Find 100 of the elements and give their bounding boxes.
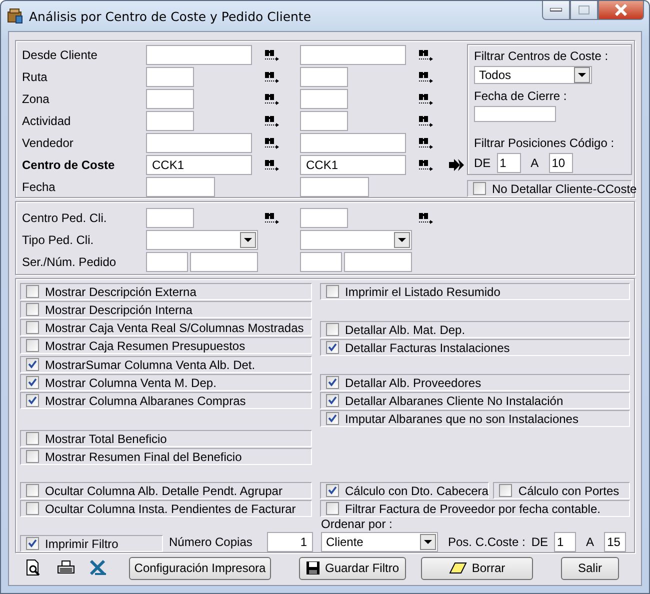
checkbox[interactable] (326, 285, 339, 298)
checkbox[interactable] (26, 432, 39, 445)
number-field[interactable] (344, 252, 412, 272)
checkbox[interactable] (26, 285, 39, 298)
input-field[interactable] (146, 89, 194, 109)
input-field[interactable] (146, 45, 252, 65)
input-field[interactable]: 1 (554, 532, 576, 552)
number-field[interactable] (190, 252, 258, 272)
copies-field[interactable]: 1 (267, 532, 313, 552)
checkbox-row[interactable]: Mostrar Columna Venta M. Dep. (20, 374, 312, 391)
checkbox-row[interactable]: Cálculo con Portes (493, 482, 630, 499)
checkbox-row[interactable]: Mostrar Descripción Interna (20, 301, 312, 318)
minimize-icon (550, 8, 562, 12)
checkbox[interactable] (473, 182, 486, 195)
checkbox[interactable] (26, 537, 39, 550)
input-field[interactable] (146, 177, 215, 197)
checkbox[interactable] (499, 484, 512, 497)
input-field[interactable] (300, 111, 348, 131)
checkbox[interactable] (26, 502, 39, 515)
checkbox-row[interactable]: Mostrar Caja Venta Real S/Columnas Mostradas (20, 319, 312, 336)
checkbox-row[interactable]: Imprimir el Listado Resumido (320, 283, 630, 300)
checkbox[interactable] (326, 323, 339, 336)
checkbox-row[interactable]: Mostrar Columna Albaranes Compras (20, 392, 312, 409)
input-field[interactable] (300, 208, 348, 228)
maximize-button[interactable] (570, 1, 598, 20)
checkbox[interactable] (326, 341, 339, 354)
checkbox-row[interactable]: Imprimir Filtro (20, 535, 163, 552)
binoculars-icon[interactable] (264, 48, 280, 62)
date-field[interactable] (474, 106, 556, 122)
spreadsheet-icon[interactable] (89, 559, 107, 577)
centros-dropdown[interactable]: Todos (474, 66, 592, 84)
binoculars-icon[interactable] (418, 136, 434, 150)
input-field[interactable]: 1 (496, 153, 521, 173)
checkbox[interactable] (26, 376, 39, 389)
binoculars-icon[interactable] (418, 211, 434, 225)
action-button[interactable]: Borrar (421, 556, 533, 580)
field-label: Vendedor (22, 136, 74, 150)
floppy-icon (306, 561, 320, 575)
field-label: Ruta (22, 70, 48, 84)
checkbox-row[interactable]: Ocultar Columna Alb. Detalle Pendt. Agrupar (20, 482, 312, 499)
order-dropdown[interactable]: Cliente (321, 532, 438, 552)
checkbox[interactable] (26, 339, 39, 352)
binoculars-icon[interactable] (418, 92, 434, 106)
series-field[interactable] (300, 252, 342, 272)
checkbox[interactable] (326, 502, 339, 515)
checkbox-row[interactable]: Detallar Alb. Mat. Dep. (320, 321, 630, 338)
checkbox[interactable] (26, 394, 39, 407)
checkbox-row[interactable]: Detallar Albaranes Cliente No Instalación (320, 392, 630, 409)
checkbox-row[interactable]: Detallar Facturas Instalaciones (320, 339, 630, 356)
input-field[interactable] (146, 111, 194, 131)
field-label: Centro de Coste (22, 158, 116, 172)
type-dropdown[interactable] (300, 230, 412, 250)
checkbox[interactable] (26, 358, 39, 371)
input-field[interactable] (146, 208, 194, 228)
checkbox-row[interactable]: Imputar Albaranes que no son Instalaciones (320, 410, 630, 427)
input-field[interactable]: CCK1 (300, 155, 406, 175)
input-field[interactable] (300, 45, 406, 65)
checkbox[interactable] (26, 303, 39, 316)
checkbox-row[interactable]: MostrarSumar Columna Venta Alb. Det. (20, 356, 312, 373)
type-dropdown[interactable] (146, 230, 258, 250)
checkbox[interactable] (326, 376, 339, 389)
input-field[interactable] (300, 177, 369, 197)
binoculars-icon[interactable] (264, 158, 280, 172)
binoculars-icon[interactable] (418, 48, 434, 62)
input-field[interactable] (146, 67, 194, 87)
input-field[interactable]: 10 (548, 153, 573, 173)
input-field[interactable] (300, 67, 348, 87)
binoculars-icon[interactable] (418, 70, 434, 84)
action-button[interactable]: Configuración Impresora (129, 556, 271, 580)
binoculars-icon[interactable] (264, 211, 280, 225)
checkbox[interactable] (326, 394, 339, 407)
action-button[interactable]: Salir (561, 556, 619, 580)
checkbox-row[interactable]: Mostrar Total Beneficio (20, 430, 312, 447)
binoculars-icon[interactable] (264, 114, 280, 128)
binoculars-icon[interactable] (264, 136, 280, 150)
checkbox[interactable] (326, 412, 339, 425)
binoculars-icon[interactable] (264, 70, 280, 84)
checkbox-row[interactable]: Mostrar Caja Resumen Presupuestos (20, 337, 312, 354)
input-field[interactable] (300, 89, 348, 109)
input-field[interactable]: 15 (604, 532, 626, 552)
checkbox-row[interactable]: Ocultar Columna Insta. Pendientes de Facturar (20, 500, 312, 517)
checkbox-row[interactable]: Filtrar Factura de Proveedor por fecha contable. (320, 500, 630, 517)
series-field[interactable] (146, 252, 188, 272)
checkbox-row[interactable]: Detallar Alb. Proveedores (320, 374, 630, 391)
checkbox[interactable] (26, 484, 39, 497)
binoculars-icon[interactable] (418, 114, 434, 128)
input-field[interactable]: CCK1 (146, 155, 252, 175)
input-field[interactable] (146, 133, 252, 153)
checkbox[interactable] (326, 484, 339, 497)
action-button[interactable]: Guardar Filtro (299, 556, 406, 580)
close-button[interactable] (598, 1, 644, 20)
checkbox-row[interactable]: Mostrar Descripción Externa (20, 283, 312, 300)
binoculars-icon[interactable] (264, 92, 280, 106)
minimize-button[interactable] (542, 1, 570, 20)
checkbox-row[interactable]: Cálculo con Dto. Cabecera (320, 482, 490, 499)
checkbox[interactable] (26, 321, 39, 334)
checkbox-row[interactable]: Mostrar Resumen Final del Beneficio (20, 448, 312, 465)
checkbox[interactable] (26, 450, 39, 463)
binoculars-icon[interactable] (418, 158, 434, 172)
input-field[interactable] (300, 133, 406, 153)
